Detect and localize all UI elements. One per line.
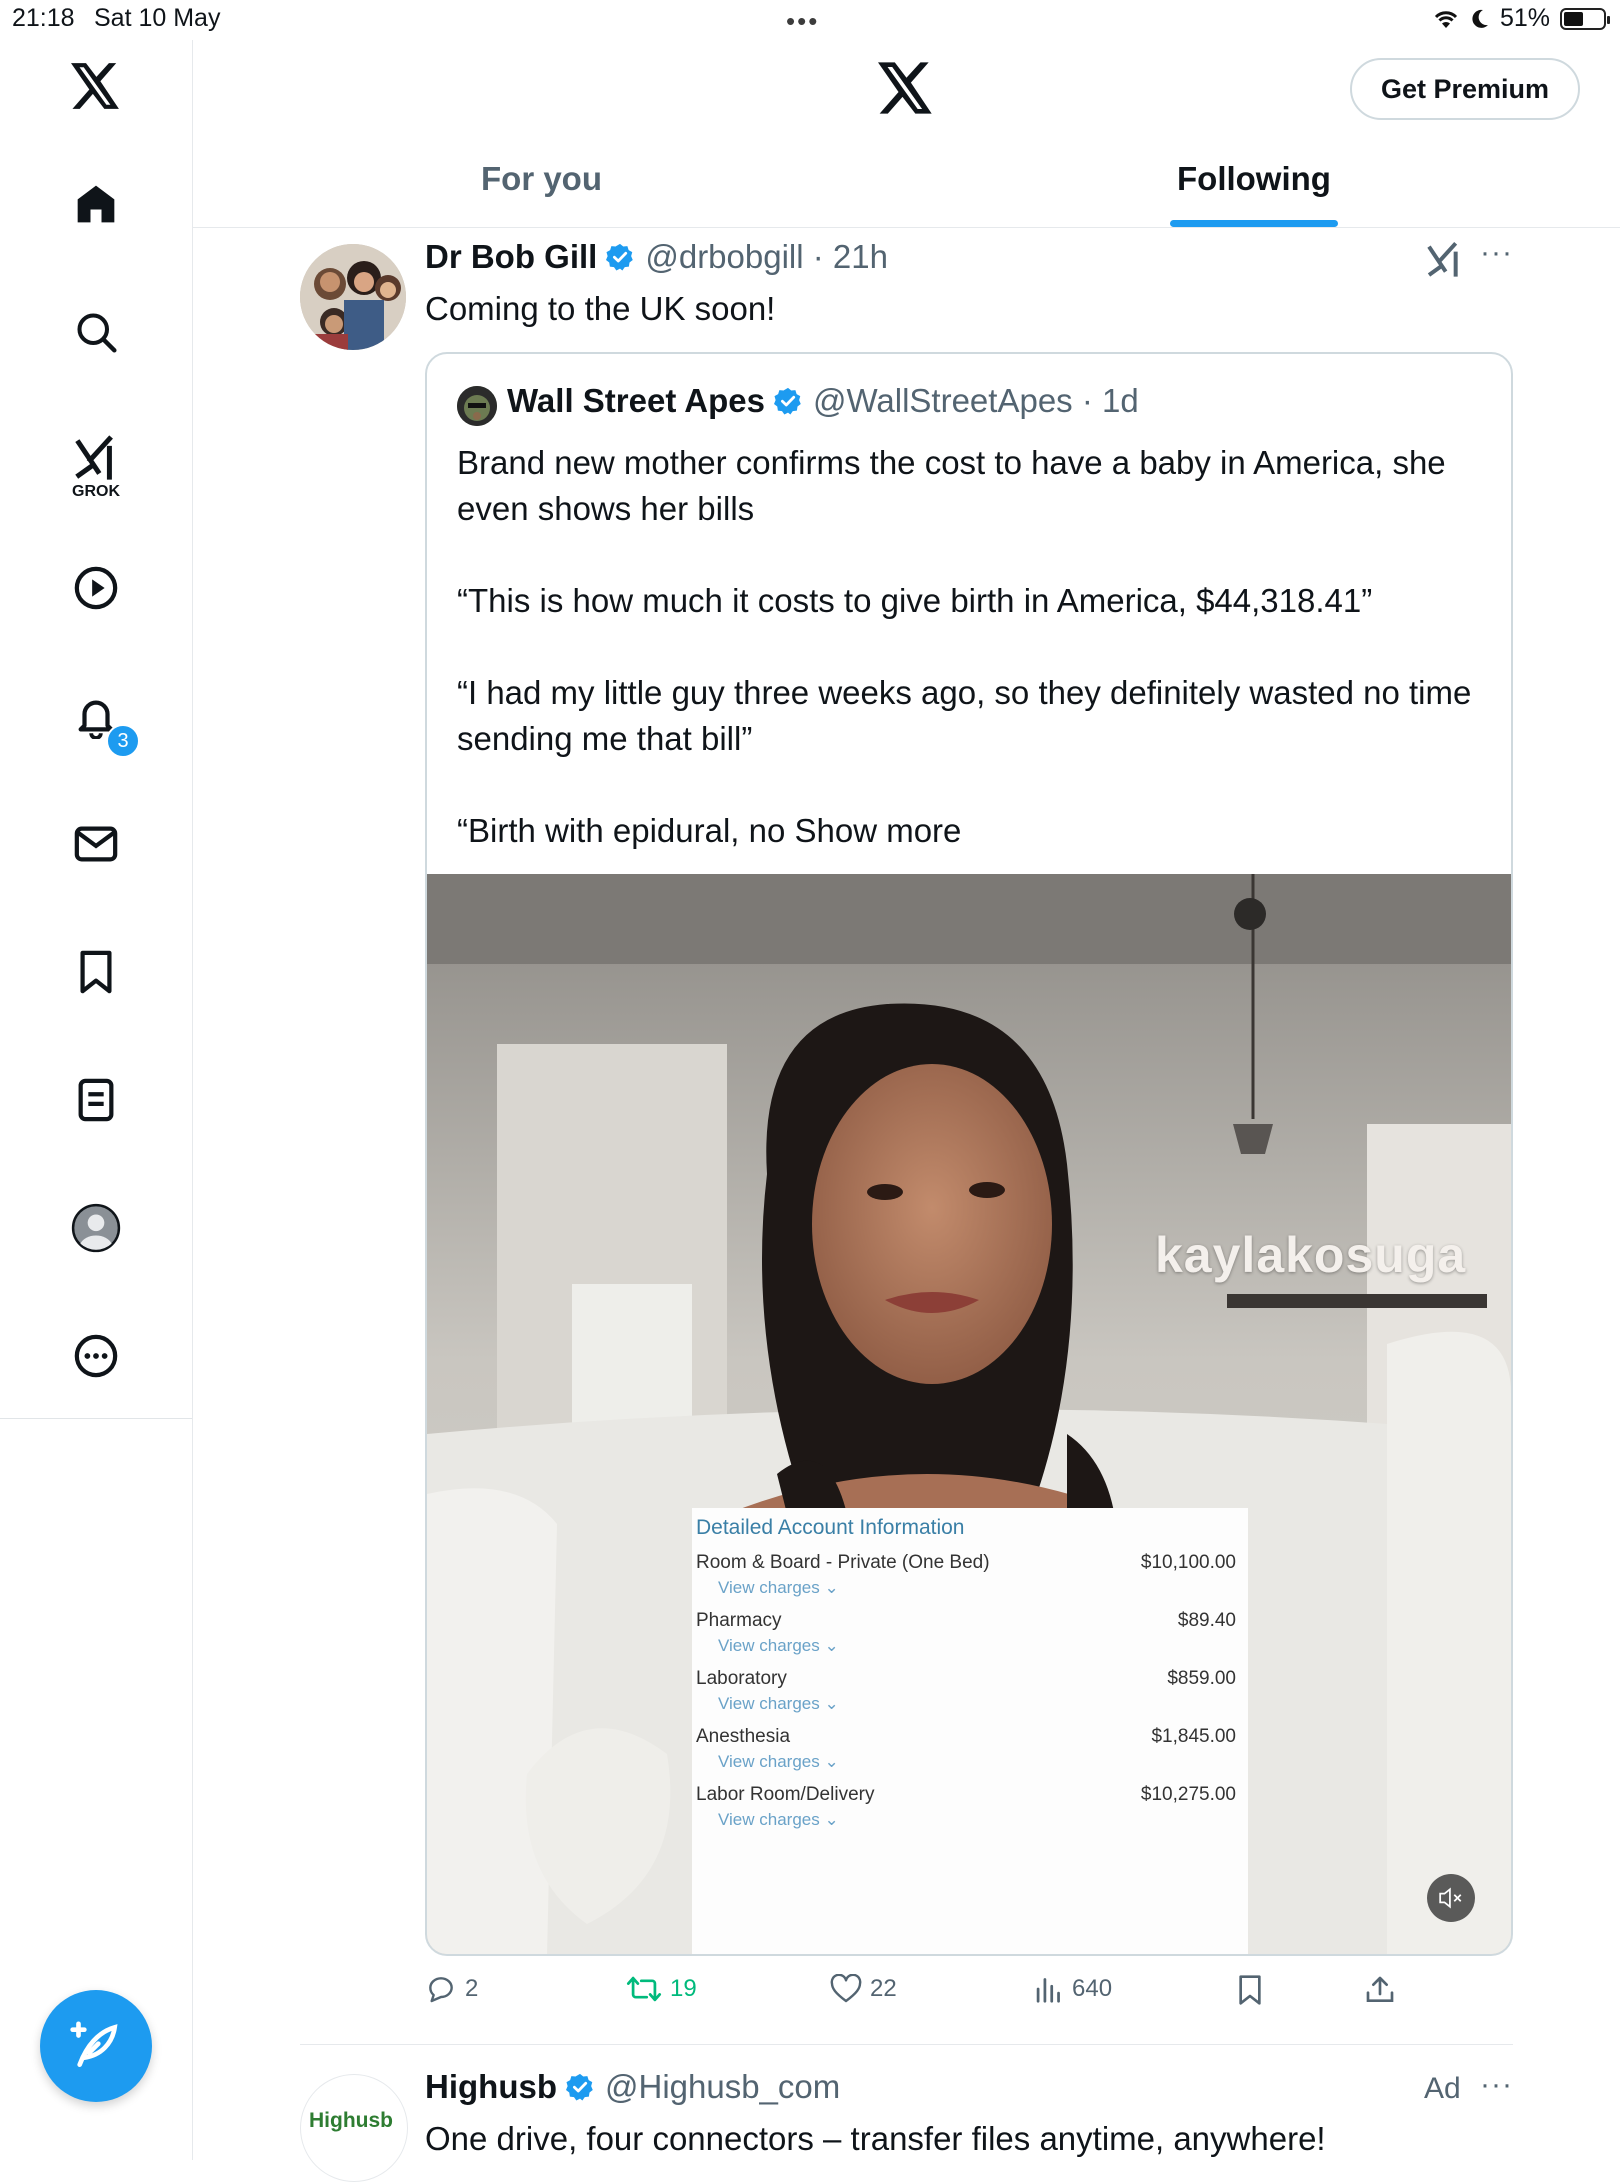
bill-row-label: Pharmacy (696, 1610, 782, 1631)
video-play-icon[interactable] (70, 562, 122, 614)
bill-overlay: Detailed Account Information Room & Boar… (692, 1508, 1248, 1954)
quote-card[interactable]: Wall Street Apes @WallStreetApes · 1d Br… (425, 352, 1513, 1956)
views-button[interactable]: 640 (1034, 1974, 1112, 2004)
post-text: Coming to the UK soon! (425, 290, 776, 327)
video-watermark: kaylakosuga (1155, 1227, 1467, 1283)
tab-active-indicator (1170, 220, 1338, 227)
wifi-icon (1434, 10, 1458, 28)
moon-icon (1472, 9, 1488, 28)
home-icon[interactable] (70, 178, 122, 230)
sidebar: GROK 3 (0, 40, 193, 2160)
status-time: 21:18 (12, 4, 75, 32)
view-charges-link: View charges ⌄ (718, 1694, 839, 1713)
quote-verified-badge-icon (773, 387, 801, 415)
like-count: 22 (870, 1975, 897, 2002)
tab-following[interactable]: Following (1177, 160, 1331, 198)
verified-badge-icon (606, 243, 634, 271)
quote-author-row: Wall Street Apes @WallStreetApes · 1d (507, 382, 1139, 420)
view-count: 640 (1072, 1975, 1113, 2002)
bill-row-amount: $10,100.00 (1140, 1552, 1236, 1573)
quote-last-line: “Birth with epidural, no Show more (457, 808, 1487, 854)
repost-icon (626, 1976, 662, 2002)
battery-percent: 51% (1499, 4, 1550, 32)
sidebar-divider (0, 1418, 192, 1419)
view-charges-link: View charges ⌄ (718, 1752, 839, 1771)
compose-feather-icon (70, 2021, 118, 2067)
view-charges-link: View charges ⌄ (718, 1810, 839, 1829)
bill-title: Detailed Account Information (696, 1516, 965, 1539)
speaker-muted-icon (1439, 1887, 1462, 1909)
mute-button[interactable] (1427, 1874, 1475, 1922)
share-button[interactable] (1364, 1974, 1396, 2006)
ad-handle[interactable]: @Highusb_com (605, 2068, 840, 2106)
post-handle-time[interactable]: @drbobgill · 21h (645, 238, 888, 276)
ad-more-icon[interactable]: ··· (1480, 2068, 1513, 2102)
view-charges-link: View charges ⌄ (718, 1636, 839, 1655)
grok-icon[interactable]: GROK (70, 428, 122, 508)
notification-badge: 3 (106, 724, 140, 758)
post-author-name[interactable]: Dr Bob Gill (425, 238, 597, 276)
tab-for-you[interactable]: For you (481, 160, 602, 198)
post-divider (300, 2044, 1513, 2045)
repost-button[interactable]: 19 (626, 1974, 697, 2004)
header-divider (193, 227, 1620, 228)
quote-paragraph: “I had my little guy three weeks ago, so… (457, 674, 1472, 757)
share-upload-icon (1366, 1976, 1394, 2002)
bookmark-button[interactable] (1236, 1974, 1264, 2006)
more-icon[interactable] (70, 1330, 122, 1382)
x-logo-icon[interactable] (70, 60, 122, 112)
ad-text: One drive, four connectors – transfer fi… (425, 2120, 1326, 2157)
bill-row-label: Laboratory (696, 1668, 787, 1689)
post-author-row: Dr Bob Gill @drbobgill · 21h (425, 238, 888, 276)
ad-avatar[interactable]: Highusb (300, 2074, 408, 2182)
search-icon[interactable] (70, 306, 122, 358)
status-date: Sat 10 May (94, 4, 221, 32)
ad-label: Ad (1424, 2072, 1461, 2105)
bill-row-label: Room & Board - Private (One Bed) (696, 1552, 990, 1573)
bill-row-label: Anesthesia (696, 1726, 791, 1747)
status-right: 51% (1432, 4, 1610, 33)
avatar[interactable] (300, 244, 406, 350)
quote-author-name[interactable]: Wall Street Apes (507, 382, 765, 420)
grok-label: GROK (72, 483, 120, 500)
bookmark-icon (1239, 1975, 1261, 2005)
reply-icon (429, 1977, 453, 2003)
quote-avatar[interactable] (457, 386, 497, 426)
bill-row-amount: $859.00 (1167, 1668, 1236, 1689)
bill-row-amount: $10,275.00 (1140, 1784, 1236, 1805)
bill-row-amount: $89.40 (1177, 1610, 1236, 1631)
heart-icon (830, 1974, 862, 2003)
quote-truncated-text: “Birth with epidural, no (457, 812, 795, 849)
views-chart-icon (1036, 1978, 1060, 2003)
multitask-dots-icon[interactable]: ••• (786, 6, 819, 37)
ad-author-name[interactable]: Highusb (425, 2068, 557, 2106)
reply-button[interactable]: 2 (425, 1974, 478, 2004)
repost-count: 19 (670, 1975, 697, 2002)
compose-button[interactable] (40, 1990, 152, 2102)
ad-avatar-logo-text: Highusb (309, 2109, 393, 2132)
bookmark-icon[interactable] (70, 946, 122, 998)
ad-verified-badge-icon (565, 2073, 593, 2101)
quote-handle-time[interactable]: @WallStreetApes · 1d (813, 382, 1139, 420)
post-more-icon[interactable]: ··· (1480, 236, 1513, 270)
bill-row-label: Labor Room/Delivery (696, 1784, 875, 1805)
get-premium-button[interactable]: Get Premium (1350, 58, 1580, 120)
reply-count: 2 (465, 1975, 479, 2002)
ad-author-row: Highusb @Highusb_com (425, 2068, 840, 2106)
battery-icon (1560, 7, 1610, 30)
profile-icon[interactable] (70, 1202, 122, 1254)
show-more-link[interactable]: Show more (795, 812, 962, 849)
list-icon[interactable] (70, 1074, 122, 1126)
quote-paragraph: “This is how much it costs to give birth… (457, 582, 1373, 619)
video-player[interactable]: kaylakosuga Detailed Account Information… (427, 874, 1511, 1954)
bill-row-amount: $1,845.00 (1151, 1726, 1236, 1747)
mail-icon[interactable] (70, 818, 122, 870)
like-button[interactable]: 22 (830, 1974, 897, 2004)
x-logo-center-icon[interactable] (878, 62, 934, 118)
grok-explain-icon[interactable] (1424, 240, 1464, 280)
status-bar: 21:18 Sat 10 May ••• 51% (0, 0, 1620, 40)
view-charges-link: View charges ⌄ (718, 1578, 839, 1597)
quote-paragraph: Brand new mother confirms the cost to ha… (457, 444, 1446, 527)
